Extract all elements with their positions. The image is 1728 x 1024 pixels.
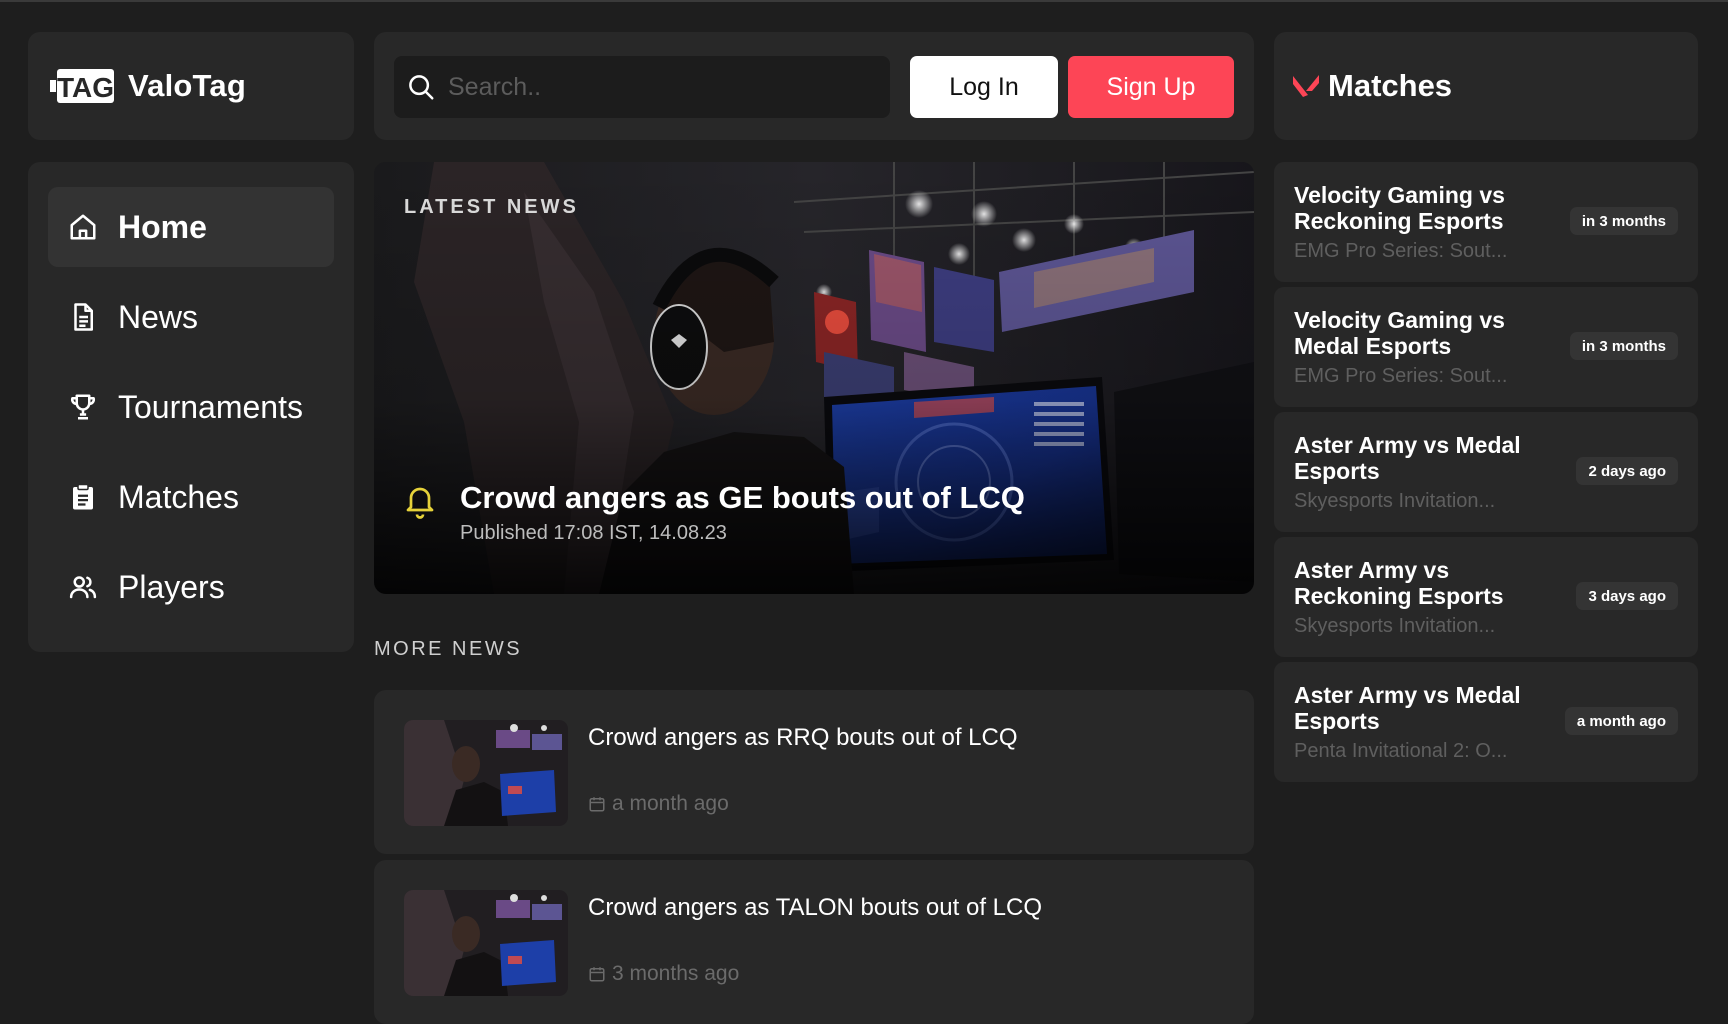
match-event: Skyesports Invitation... xyxy=(1294,615,1496,637)
match-card[interactable]: Aster Army vs Medal Esports Skyesports I… xyxy=(1274,412,1698,532)
sidebar-item-label: Tournaments xyxy=(118,388,303,425)
sidebar-item-tournaments[interactable]: Tournaments xyxy=(48,367,334,447)
match-card[interactable]: Aster Army vs Reckoning Esports Skyespor… xyxy=(1274,537,1698,657)
sidebar-item-news[interactable]: News xyxy=(48,277,334,357)
more-news-heading: MORE NEWS xyxy=(374,638,523,660)
login-button[interactable]: Log In xyxy=(910,56,1058,118)
calendar-icon xyxy=(589,797,605,812)
match-event: Penta Invitational 2: O... xyxy=(1294,740,1508,762)
matches-header: Matches xyxy=(1274,32,1698,140)
home-icon xyxy=(70,214,96,240)
match-card[interactable]: Velocity Gaming vs Medal Esports EMG Pro… xyxy=(1274,287,1698,407)
match-teams: Aster Army vs Reckoning Esports xyxy=(1294,557,1504,609)
match-teams: Velocity Gaming vs Reckoning Esports xyxy=(1294,182,1505,234)
hero-title[interactable]: Crowd angers as GE bouts out of LCQ xyxy=(460,480,1025,516)
news-thumbnail xyxy=(404,720,568,826)
top-bar: Log In Sign Up xyxy=(374,32,1254,140)
clipboard-icon xyxy=(73,483,93,510)
match-teams: Aster Army vs Medal Esports xyxy=(1294,432,1521,484)
hero-published-date: Published 17:08 IST, 14.08.23 xyxy=(460,522,727,544)
news-timestamp: 3 months ago xyxy=(588,962,739,986)
sidebar-item-matches[interactable]: Matches xyxy=(48,457,334,537)
window-top-border xyxy=(0,0,1728,2)
match-teams: Velocity Gaming vs Medal Esports xyxy=(1294,307,1505,359)
tag-logo-icon: TAG xyxy=(50,69,114,103)
match-card[interactable]: Aster Army vs Medal Esports Penta Invita… xyxy=(1274,662,1698,782)
matches-title: Matches xyxy=(1328,68,1453,103)
match-time-badge: 2 days ago xyxy=(1576,457,1678,485)
calendar-icon xyxy=(589,967,605,982)
match-teams: Aster Army vs Medal Esports xyxy=(1294,682,1521,734)
sidebar-item-label: Home xyxy=(118,208,207,245)
brand-logo[interactable]: TAG ValoTag xyxy=(28,32,354,140)
match-event: EMG Pro Series: Sout... xyxy=(1294,365,1508,387)
match-time-badge: a month ago xyxy=(1564,707,1678,735)
match-event: EMG Pro Series: Sout... xyxy=(1294,240,1508,262)
bell-icon xyxy=(406,487,434,519)
news-list-item[interactable]: Crowd angers as RRQ bouts out of LCQ a m… xyxy=(374,690,1254,854)
news-time: a month ago xyxy=(612,792,729,815)
news-title[interactable]: Crowd angers as RRQ bouts out of LCQ xyxy=(588,724,1018,752)
sidebar-item-label: Players xyxy=(118,568,225,605)
match-event: Skyesports Invitation... xyxy=(1294,490,1496,512)
news-title[interactable]: Crowd angers as TALON bouts out of LCQ xyxy=(588,894,1042,922)
news-timestamp: a month ago xyxy=(588,792,729,816)
news-list-item[interactable]: Crowd angers as TALON bouts out of LCQ 3… xyxy=(374,860,1254,1024)
match-card[interactable]: Velocity Gaming vs Reckoning Esports EMG… xyxy=(1274,162,1698,282)
news-time: 3 months ago xyxy=(612,962,740,985)
users-icon xyxy=(69,576,97,599)
signup-button[interactable]: Sign Up xyxy=(1068,56,1234,118)
search-icon xyxy=(409,75,434,100)
match-time-badge: in 3 months xyxy=(1569,207,1678,235)
svg-text:TAG: TAG xyxy=(57,72,114,103)
news-thumbnail xyxy=(404,890,568,996)
brand-name: ValoTag xyxy=(128,68,246,103)
sidebar-item-label: News xyxy=(118,298,199,335)
document-icon xyxy=(74,303,93,331)
hero-kicker: LATEST NEWS xyxy=(404,196,579,218)
trophy-icon xyxy=(70,394,96,420)
sidebar-item-label: Matches xyxy=(118,478,239,515)
search-box[interactable] xyxy=(394,56,890,118)
sidebar: Home News Tournaments Matches Players xyxy=(28,162,354,652)
sidebar-item-players[interactable]: Players xyxy=(48,547,334,627)
latest-news-hero[interactable]: LATEST NEWS Crowd angers as GE bouts out… xyxy=(374,162,1254,594)
match-time-badge: 3 days ago xyxy=(1576,582,1678,610)
sidebar-item-home[interactable]: Home xyxy=(48,187,334,267)
valorant-logo-icon xyxy=(1293,75,1319,97)
match-time-badge: in 3 months xyxy=(1569,332,1678,360)
search-input[interactable] xyxy=(448,72,868,102)
